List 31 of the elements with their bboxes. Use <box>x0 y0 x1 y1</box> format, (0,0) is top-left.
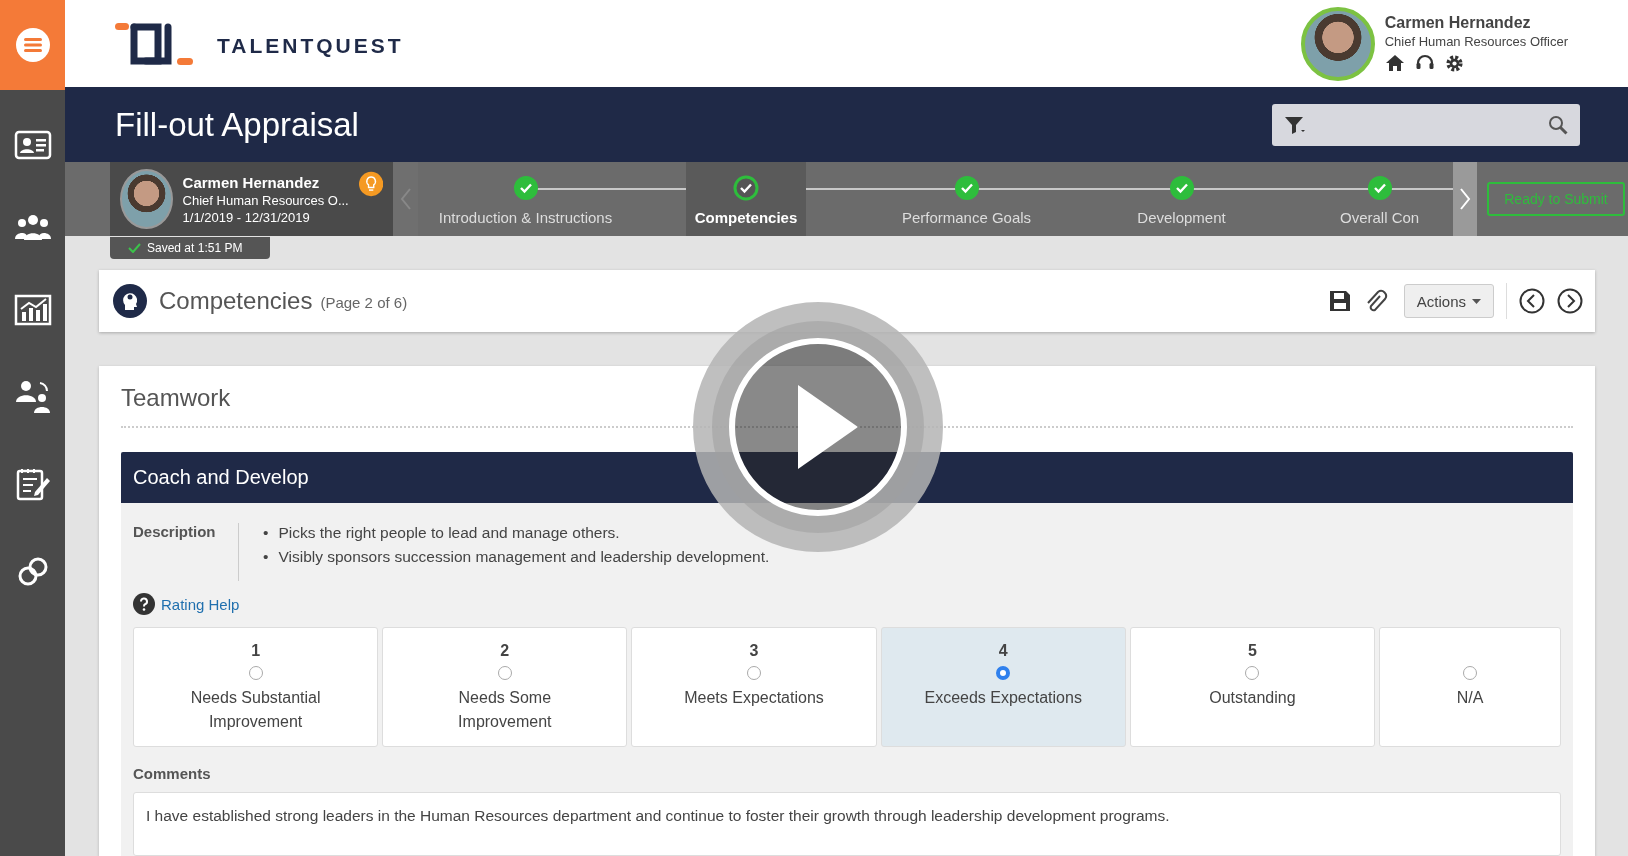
user-role: Chief Human Resources Officer <box>1384 34 1568 50</box>
employee-name: Carmen Hernandez <box>182 173 321 191</box>
progress-step[interactable]: Overall Con <box>1334 162 1426 236</box>
rating-option[interactable]: N/A <box>1379 627 1561 747</box>
bullet-marker: • <box>263 523 269 543</box>
competency-header: Coach and Develop <box>121 452 1573 503</box>
rating-option[interactable]: 3 Meets Expectations <box>631 627 877 747</box>
comments-field[interactable]: I have established strong leaders in the Human Resources department and continue to foster their growth through leadership development programs. <box>133 792 1561 856</box>
progress-step[interactable]: Introduction & Instructions <box>418 162 633 236</box>
progress-step[interactable]: Competencies <box>686 162 806 236</box>
user-name: Carmen Hernandez <box>1384 14 1532 33</box>
rating-option[interactable]: 2 Needs Some Improvement <box>382 627 628 747</box>
progress-step[interactable]: Performance Goals <box>859 162 1074 236</box>
saved-text: Saved at 1:51 PM <box>147 241 243 255</box>
description-label: Description <box>133 523 239 581</box>
rating-help-link[interactable]: Rating Help <box>161 595 240 613</box>
page-title: Fill-out Appraisal <box>115 105 360 144</box>
page-indicator: (Page 2 of 6) <box>320 294 408 311</box>
review-period: 1/1/2019 - 12/31/2019 <box>182 209 311 225</box>
logo-text: TALENTQUEST <box>217 33 404 58</box>
description-item: Picks the right people to lead and manage others. <box>278 523 620 543</box>
rating-option[interactable]: 4 Exceeds Expectations <box>880 627 1126 747</box>
progress-step[interactable]: Development <box>1074 162 1289 236</box>
employee-role: Chief Human Resources O... <box>182 192 349 208</box>
rating-option[interactable]: 1 Needs Substantial Improvement <box>133 627 379 747</box>
comments-label: Comments <box>132 764 212 782</box>
section-title: Competencies <box>159 287 313 315</box>
description-item: Visibly sponsors succession management and leadership development. <box>278 547 770 567</box>
bullet-marker: • <box>263 547 269 567</box>
actions-dropdown[interactable]: Actions <box>1403 284 1494 318</box>
rating-option[interactable]: 5 Outstanding <box>1129 627 1375 747</box>
